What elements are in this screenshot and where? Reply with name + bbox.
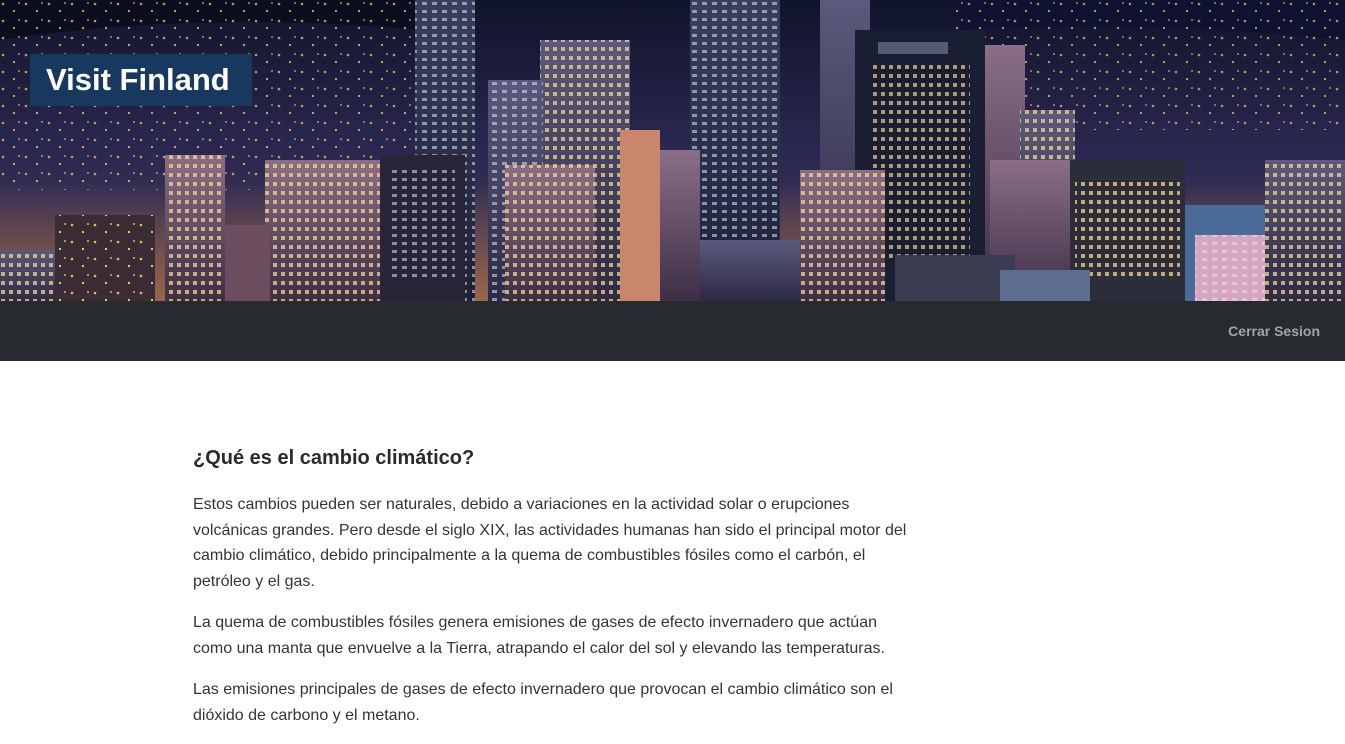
main-content: ¿Qué es el cambio climático? Estos cambi… — [193, 446, 913, 744]
top-navbar: Cerrar Sesion — [0, 301, 1345, 361]
paragraph-1: Estos cambios pueden ser naturales, debi… — [193, 496, 907, 590]
logout-link[interactable]: Cerrar Sesion — [1228, 323, 1320, 339]
section-heading: ¿Qué es el cambio climático? — [193, 447, 475, 469]
paragraph-2: La quema de combustibles fósiles genera … — [193, 614, 885, 657]
hero-banner: Visit Finland — [0, 0, 1345, 301]
site-title[interactable]: Visit Finland — [30, 54, 252, 106]
paragraph-3: Las emisiones principales de gases de ef… — [193, 681, 893, 724]
city-skyline-image — [0, 0, 1345, 301]
